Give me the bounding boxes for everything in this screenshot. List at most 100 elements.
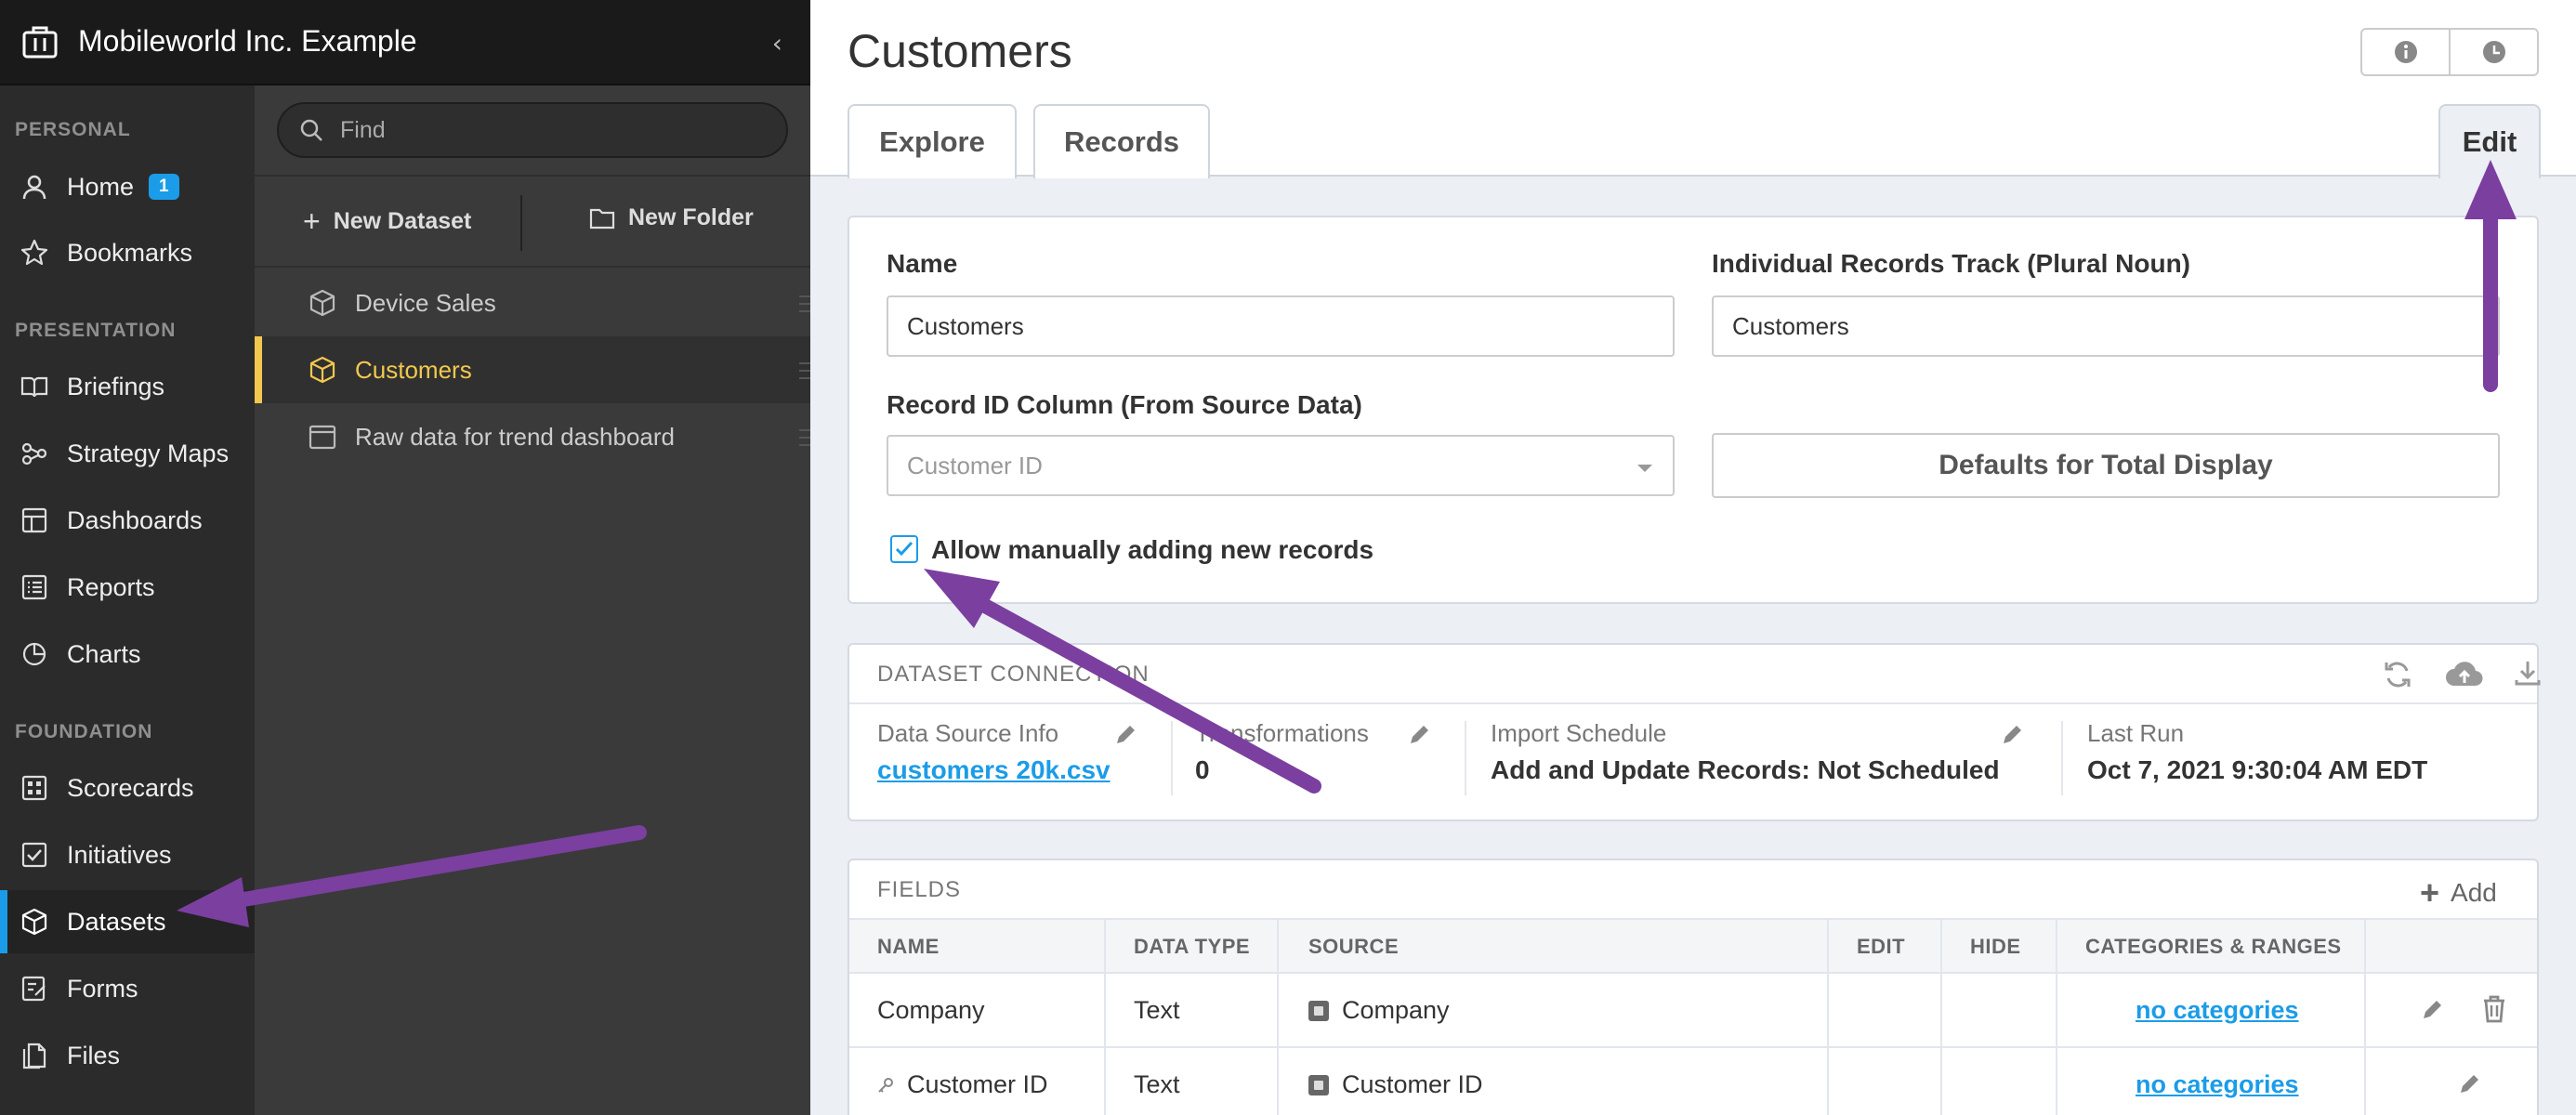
dataset-item-customers[interactable]: Customers	[255, 336, 810, 403]
info-button[interactable]	[2362, 30, 2449, 74]
pencil-icon[interactable]	[1407, 723, 1431, 747]
nav-item-strategy-maps[interactable]: Strategy Maps	[0, 422, 255, 485]
nav-label-initiatives: Initiatives	[67, 840, 172, 869]
add-field-button[interactable]: + Add	[2420, 873, 2497, 912]
nav-label-home: Home	[67, 172, 135, 201]
nav-item-dashboards[interactable]: Dashboards	[0, 489, 255, 552]
main-content: Customers Explore Records Edit Name Cust…	[810, 0, 2576, 1115]
folder-icon	[309, 424, 336, 450]
nav-item-datasets[interactable]: Datasets	[0, 890, 255, 953]
col-edit[interactable]: EDIT	[1857, 935, 1905, 959]
cloud-upload-icon[interactable]	[2444, 658, 2485, 691]
download-icon[interactable]	[2513, 658, 2543, 688]
fields-table-header: NAME DATA TYPE SOURCE EDIT HIDE CATEGORI…	[849, 920, 2537, 974]
nav-item-forms[interactable]: Forms	[0, 957, 255, 1020]
refresh-icon[interactable]	[2381, 658, 2414, 691]
import-schedule-value: Add and Update Records: Not Scheduled	[1491, 755, 2000, 784]
fields-title: FIELDS	[877, 877, 962, 902]
drag-handle-icon[interactable]	[799, 429, 810, 446]
drag-handle-icon[interactable]	[799, 295, 810, 312]
categories-link[interactable]: no categories	[2136, 996, 2299, 1025]
col-source[interactable]: SOURCE	[1308, 935, 1399, 959]
last-run-info: Last Run Oct 7, 2021 9:30:04 AM EDT	[2087, 719, 2427, 785]
header-actions	[2360, 28, 2539, 76]
import-schedule-info: Import Schedule Add and Update Records: …	[1491, 719, 2000, 785]
org-brand[interactable]: Mobileworld Inc. Example	[22, 24, 417, 59]
selected-indicator	[255, 336, 262, 403]
new-dataset-button[interactable]: + New Dataset	[303, 204, 471, 239]
nav-item-home[interactable]: Home 1	[0, 155, 255, 218]
pencil-icon[interactable]	[2457, 1072, 2481, 1096]
field-source-label: Company	[1342, 996, 1450, 1024]
book-icon	[20, 373, 48, 400]
building-icon	[22, 25, 58, 59]
nav-item-briefings[interactable]: Briefings	[0, 355, 255, 418]
search-input[interactable]: Find	[277, 102, 788, 158]
data-source-link[interactable]: customers 20k.csv	[877, 755, 1111, 784]
column-icon	[1308, 1074, 1329, 1095]
folder-item-raw-data[interactable]: Raw data for trend dashboard	[255, 403, 810, 470]
nav-label-datasets: Datasets	[67, 907, 166, 936]
section-personal: PERSONAL	[15, 119, 131, 140]
section-presentation: PRESENTATION	[15, 320, 177, 341]
history-button[interactable]	[2449, 30, 2537, 74]
search-placeholder: Find	[340, 116, 386, 143]
tab-records[interactable]: Records	[1033, 104, 1210, 178]
caret-down-icon	[1637, 465, 1652, 472]
transformations-label: Transformations	[1195, 719, 1369, 747]
col-hide[interactable]: HIDE	[1970, 935, 2021, 959]
nav-item-files[interactable]: Files	[0, 1024, 255, 1087]
last-run-value: Oct 7, 2021 9:30:04 AM EDT	[2087, 755, 2428, 784]
pencil-icon[interactable]	[2000, 723, 2024, 747]
name-label: Name	[887, 249, 958, 278]
divider	[520, 195, 522, 251]
nav-label-files: Files	[67, 1041, 121, 1069]
field-source: Company	[1308, 996, 1450, 1025]
nav-item-charts[interactable]: Charts	[0, 623, 255, 686]
transformations-value: 0	[1195, 755, 1210, 784]
new-dataset-label: New Dataset	[333, 208, 472, 234]
page-header: Customers Explore Records Edit	[810, 0, 2576, 178]
field-name: Customer ID	[907, 1070, 1048, 1098]
col-name[interactable]: NAME	[877, 935, 940, 959]
name-input[interactable]: Customers	[887, 295, 1675, 357]
chevron-left-icon[interactable]: ‹	[772, 28, 782, 59]
new-folder-button[interactable]: New Folder	[589, 204, 754, 231]
search-icon	[299, 118, 323, 142]
dashboard-icon	[20, 506, 48, 534]
nav-label-scorecards: Scorecards	[67, 773, 194, 802]
col-data-type[interactable]: DATA TYPE	[1134, 935, 1250, 959]
folder-label: Raw data for trend dashboard	[355, 422, 675, 451]
nav-item-scorecards[interactable]: Scorecards	[0, 756, 255, 820]
plural-input[interactable]: Customers	[1712, 295, 2500, 357]
org-header: Mobileworld Inc. Example ‹	[0, 0, 810, 85]
pencil-icon[interactable]	[2420, 998, 2444, 1022]
nav-item-bookmarks[interactable]: Bookmarks	[0, 221, 255, 284]
nav-item-initiatives[interactable]: Initiatives	[0, 823, 255, 886]
allow-manual-checkbox[interactable]	[890, 535, 918, 563]
table-row: Company Text Company no categories	[849, 974, 2537, 1048]
field-name-cell: Customer ID	[877, 1070, 1048, 1099]
pencil-icon[interactable]	[1113, 723, 1137, 747]
defaults-total-display-button[interactable]: Defaults for Total Display	[1712, 433, 2500, 498]
tab-edit[interactable]: Edit	[2438, 104, 2541, 178]
dataset-connection-card: DATASET CONNECTION Data Source Info cust…	[848, 643, 2541, 821]
dataset-item-device-sales[interactable]: Device Sales	[255, 269, 810, 336]
connection-header: DATASET CONNECTION	[849, 645, 2541, 704]
field-data-type: Text	[1134, 1070, 1180, 1098]
cube-icon	[309, 356, 336, 384]
scorecard-icon	[20, 774, 48, 802]
new-folder-label: New Folder	[628, 204, 754, 230]
nav-item-reports[interactable]: Reports	[0, 556, 255, 619]
tab-explore[interactable]: Explore	[848, 104, 1017, 178]
trash-icon[interactable]	[2481, 994, 2507, 1024]
divider	[2061, 721, 2063, 795]
drag-handle-icon[interactable]	[799, 362, 810, 379]
strategy-map-icon	[20, 439, 48, 467]
dataset-label: Customers	[355, 355, 472, 384]
plus-icon: +	[2420, 873, 2440, 912]
record-id-select[interactable]: Customer ID	[887, 435, 1675, 496]
categories-link[interactable]: no categories	[2136, 1070, 2299, 1099]
field-name: Company	[877, 996, 985, 1024]
col-categories-ranges[interactable]: CATEGORIES & RANGES	[2085, 935, 2342, 959]
